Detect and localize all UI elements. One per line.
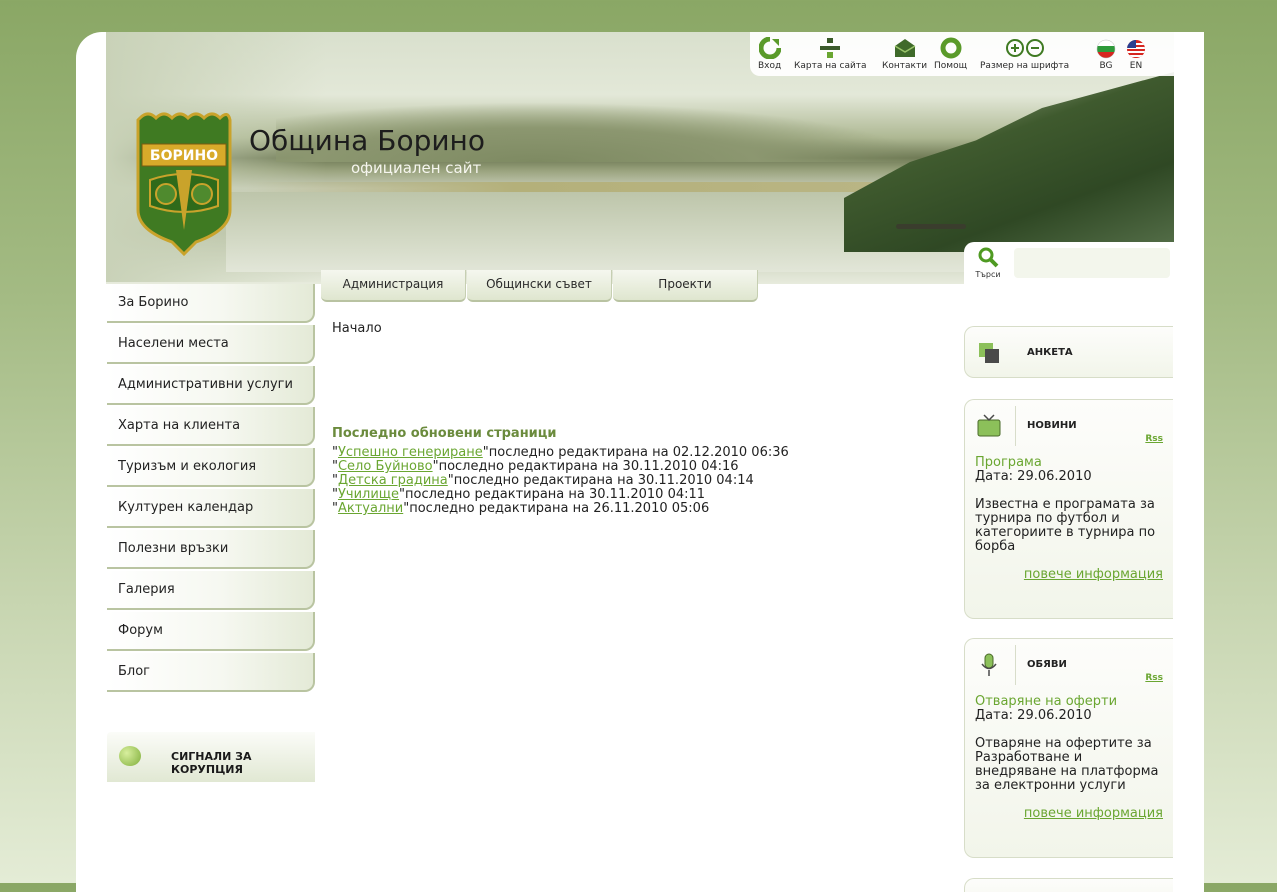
help-link[interactable]: Помощ xyxy=(934,37,967,71)
tab-administration[interactable]: Администрация xyxy=(321,270,466,302)
corruption-report-button[interactable]: СИГНАЛИ ЗА КОРУПЦИЯ xyxy=(107,732,315,782)
font-size-control[interactable]: Размер на шрифта xyxy=(980,37,1069,71)
recent-page-link[interactable]: Успешно генериране xyxy=(338,445,483,460)
bulgarian-flag-icon xyxy=(1096,37,1116,59)
lifebuoy-icon xyxy=(934,37,967,59)
sidebar-item-gallery[interactable]: Галерия xyxy=(107,571,315,610)
microphone-icon xyxy=(981,653,997,676)
lang-bg-label: BG xyxy=(1099,61,1113,71)
list-item: "Актуални"последно редактирана на 26.11.… xyxy=(332,501,710,516)
sidebar-item-about[interactable]: За Борино xyxy=(107,284,315,323)
news-title: НОВИНИ xyxy=(1027,420,1077,431)
sidebar-item-useful-links[interactable]: Полезни връзки xyxy=(107,530,315,569)
search-button-label: Търси xyxy=(975,270,1001,279)
zoom-in-out-icon xyxy=(980,37,1069,59)
news-item-date: Дата: 29.06.2010 xyxy=(975,469,1092,484)
news-header-divider xyxy=(1015,406,1016,446)
sitemap-icon xyxy=(794,37,867,59)
ads-item-title[interactable]: Отваряне на оферти xyxy=(975,695,1163,709)
recent-page-link[interactable]: Село Буйново xyxy=(338,459,433,474)
recent-page-meta: "последно редактирана на 30.11.2010 04:1… xyxy=(432,459,739,474)
search-button[interactable]: Търси xyxy=(970,246,1006,279)
recent-page-meta: "последно редактирана на 30.11.2010 04:1… xyxy=(447,473,754,488)
news-rss-link[interactable]: Rss xyxy=(1145,434,1163,444)
us-flag-icon xyxy=(1126,37,1146,59)
ads-rss-link[interactable]: Rss xyxy=(1145,673,1163,683)
ads-body: Отваряне на оферти Дата: 29.06.2010 Отва… xyxy=(965,689,1173,831)
search-box: Търси xyxy=(964,242,1174,284)
top-toolbar: Вход Карта на сайта Контакти Помощ Разме… xyxy=(750,32,1174,76)
sidebar-item-admin-services[interactable]: Административни услуги xyxy=(107,366,315,405)
login-link[interactable]: Вход xyxy=(758,36,782,71)
sitemap-link[interactable]: Карта на сайта xyxy=(794,37,867,71)
news-body: Програма Дата: 29.06.2010 Известна е про… xyxy=(965,450,1173,592)
recent-page-meta: "последно редактирана на 30.11.2010 04:1… xyxy=(399,487,706,502)
municipality-emblem[interactable]: БОРИНО xyxy=(136,110,232,257)
lang-en-label: EN xyxy=(1129,61,1143,71)
recent-pages-heading: Последно обновени страници xyxy=(332,426,557,441)
sidebar-nav: За Борино Населени места Административни… xyxy=(107,284,315,694)
ads-more-link[interactable]: повече информация xyxy=(975,807,1163,821)
banner-boat xyxy=(896,224,966,229)
corruption-report-label: СИГНАЛИ ЗА КОРУПЦИЯ xyxy=(171,750,252,776)
help-label: Помощ xyxy=(934,61,968,71)
poll-box[interactable]: АНКЕТА xyxy=(964,326,1173,378)
poll-title: АНКЕТА xyxy=(1027,347,1073,358)
ads-title: ОБЯВИ xyxy=(1027,659,1067,670)
site-title: Община Борино xyxy=(249,124,485,157)
sitemap-label: Карта на сайта xyxy=(794,61,867,71)
recent-pages-list: "Успешно генериране"последно редактирана… xyxy=(332,446,789,516)
ads-item-date: Дата: 29.06.2010 xyxy=(975,708,1092,723)
site-subtitle: официален сайт xyxy=(351,159,482,177)
banner-forest-right xyxy=(844,72,1174,252)
poll-icon xyxy=(979,343,999,363)
recent-page-meta: "последно редактирана на 02.12.2010 06:3… xyxy=(482,445,789,460)
speech-bubble-icon xyxy=(119,746,141,766)
poll-header: АНКЕТА xyxy=(965,327,1173,377)
list-item: "Успешно генериране"последно редактирана… xyxy=(332,445,789,460)
news-more-link[interactable]: повече информация xyxy=(975,568,1163,582)
emblem-label: БОРИНО xyxy=(150,148,218,164)
envelope-icon xyxy=(882,37,927,59)
sidebar-item-tourism[interactable]: Туризъм и екология xyxy=(107,448,315,487)
recent-page-link[interactable]: Училище xyxy=(338,487,399,502)
login-icon xyxy=(758,36,782,60)
page: БОРИНО Община Борино официален сайт Вход… xyxy=(76,32,1204,892)
contacts-link[interactable]: Контакти xyxy=(882,37,927,71)
tab-projects[interactable]: Проекти xyxy=(613,270,758,302)
list-item: "Детска градина"последно редактирана на … xyxy=(332,473,754,488)
ads-box: ОБЯВИ Rss Отваряне на оферти Дата: 29.06… xyxy=(964,638,1173,858)
list-item: "Училище"последно редактирана на 30.11.2… xyxy=(332,487,706,502)
tab-municipal-council[interactable]: Общински съвет xyxy=(467,270,612,302)
lang-en-link[interactable]: EN xyxy=(1126,37,1146,71)
sidebar-item-blog[interactable]: Блог xyxy=(107,653,315,692)
search-input[interactable] xyxy=(1014,248,1170,278)
search-icon xyxy=(978,247,999,268)
font-size-label: Размер на шрифта xyxy=(980,61,1070,71)
sidebar-item-culture-calendar[interactable]: Културен календар xyxy=(107,489,315,528)
ads-header: ОБЯВИ Rss xyxy=(965,639,1173,689)
list-item: "Село Буйново"последно редактирана на 30… xyxy=(332,459,739,474)
news-item-title[interactable]: Програма xyxy=(975,456,1163,470)
next-box xyxy=(964,878,1173,892)
recent-page-link[interactable]: Детска градина xyxy=(338,473,448,488)
sidebar-item-settlements[interactable]: Населени места xyxy=(107,325,315,364)
ads-header-divider xyxy=(1015,645,1016,685)
sidebar-item-client-charter[interactable]: Харта на клиента xyxy=(107,407,315,446)
login-label: Вход xyxy=(758,61,782,71)
contacts-label: Контакти xyxy=(882,61,928,71)
breadcrumb[interactable]: Начало xyxy=(332,321,382,336)
news-header: НОВИНИ Rss xyxy=(965,400,1173,450)
news-item-text: Известна е програмата за турнира по футб… xyxy=(975,497,1156,554)
news-box: НОВИНИ Rss Програма Дата: 29.06.2010 Изв… xyxy=(964,399,1173,619)
recent-page-meta: "последно редактирана на 26.11.2010 05:0… xyxy=(403,501,710,516)
ads-item-text: Отваряне на офертите за Разработване и в… xyxy=(975,736,1159,793)
lang-bg-link[interactable]: BG xyxy=(1096,37,1116,71)
tv-icon xyxy=(977,414,1001,437)
sidebar-item-forum[interactable]: Форум xyxy=(107,612,315,651)
recent-page-link[interactable]: Актуални xyxy=(338,501,403,516)
